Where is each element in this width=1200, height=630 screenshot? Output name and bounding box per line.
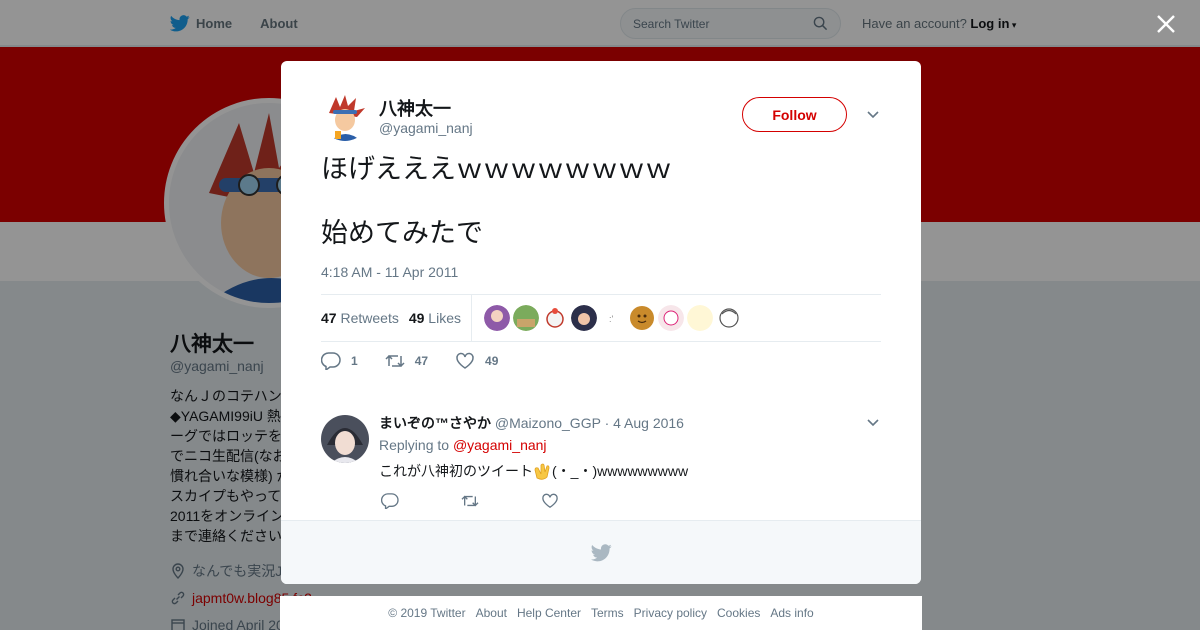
reply-text: これが八神初のツイート (・_・)wwwwwwwww bbox=[379, 461, 688, 481]
reply-count: 1 bbox=[351, 354, 358, 368]
tweet-timestamp[interactable]: 4:18 AM - 11 Apr 2011 bbox=[321, 264, 458, 280]
reply-retweet-action[interactable] bbox=[461, 493, 479, 509]
replying-to: Replying to @yagami_nanj bbox=[379, 437, 547, 453]
tweet-modal: 八神太一 @yagami_nanj Follow ほげえええｗｗｗｗｗｗｗｗ 始… bbox=[281, 61, 921, 584]
tweet-stats: 47 Retweets 49 Likes :' bbox=[321, 294, 881, 342]
replying-to-label: Replying to bbox=[379, 437, 450, 453]
footer-link-about[interactable]: About bbox=[476, 606, 507, 620]
reply-date[interactable]: 4 Aug 2016 bbox=[613, 415, 684, 431]
liker-avatar[interactable] bbox=[657, 305, 684, 331]
tweet-text-line: ほげえええｗｗｗｗｗｗｗｗ bbox=[321, 154, 672, 184]
clapping-hands-icon bbox=[534, 463, 550, 480]
heart-icon bbox=[542, 493, 558, 509]
likes-label: Likes bbox=[428, 310, 461, 326]
chevron-down-icon[interactable] bbox=[865, 417, 881, 429]
retweet-action[interactable]: 47 bbox=[385, 352, 428, 370]
reply-text-end: (・_・)wwwwwwwww bbox=[552, 463, 689, 479]
like-action[interactable]: 49 bbox=[455, 352, 498, 370]
liker-avatar[interactable] bbox=[570, 305, 597, 331]
footer-copyright: © 2019 Twitter bbox=[388, 606, 466, 620]
reply-actions bbox=[381, 493, 621, 509]
reply-action[interactable]: 1 bbox=[321, 352, 358, 370]
liker-avatar[interactable] bbox=[512, 305, 539, 331]
liker-avatar[interactable] bbox=[715, 305, 742, 331]
tweet-text-line: 始めてみたで bbox=[321, 218, 483, 248]
modal-footer bbox=[281, 520, 921, 584]
liker-avatars: :' bbox=[483, 305, 745, 331]
liker-avatar[interactable] bbox=[686, 305, 713, 331]
footer-link-privacy[interactable]: Privacy policy bbox=[634, 606, 707, 620]
retweet-icon bbox=[385, 354, 405, 368]
liker-avatar[interactable] bbox=[541, 305, 568, 331]
liker-avatar[interactable] bbox=[629, 305, 655, 331]
heart-icon bbox=[456, 352, 474, 369]
reply-avatar[interactable] bbox=[321, 415, 369, 463]
liker-avatar[interactable]: :' bbox=[599, 305, 626, 331]
like-count: 49 bbox=[485, 354, 499, 368]
footer-link-terms[interactable]: Terms bbox=[591, 606, 624, 620]
footer-link-help-center[interactable]: Help Center bbox=[517, 606, 581, 620]
page-footer: © 2019 Twitter About Help Center Terms P… bbox=[280, 596, 922, 630]
replying-to-handle[interactable]: @yagami_nanj bbox=[453, 437, 547, 453]
likes-stat[interactable]: 49 Likes bbox=[409, 310, 461, 326]
stats-divider bbox=[470, 295, 472, 341]
author-name[interactable]: 八神太一 bbox=[379, 95, 451, 121]
retweets-count: 47 bbox=[321, 310, 337, 326]
retweets-label: Retweets bbox=[340, 310, 399, 326]
twitter-bird-icon bbox=[590, 543, 612, 561]
liker-avatar[interactable] bbox=[483, 305, 510, 331]
tweet-actions: 1 47 49 bbox=[321, 352, 525, 370]
chevron-down-icon[interactable] bbox=[865, 109, 881, 121]
tweet-text: ほげえええｗｗｗｗｗｗｗｗ 始めてみたで bbox=[321, 153, 881, 281]
reply-author-name[interactable]: まいぞの™さやか bbox=[379, 415, 491, 431]
author-avatar[interactable] bbox=[321, 93, 369, 141]
close-icon[interactable] bbox=[1154, 12, 1178, 36]
reply-icon bbox=[381, 493, 399, 509]
retweets-stat[interactable]: 47 Retweets bbox=[321, 310, 399, 326]
reply-reply-action[interactable] bbox=[381, 493, 399, 509]
reply-author-handle[interactable]: @Maizono_GGP bbox=[495, 415, 601, 431]
reply-like-action[interactable] bbox=[541, 493, 559, 509]
svg-text::': :' bbox=[609, 314, 614, 324]
reply-separator: · bbox=[604, 415, 610, 431]
reply-text-start: これが八神初のツイート bbox=[379, 463, 533, 479]
reply-header: まいぞの™さやか @Maizono_GGP · 4 Aug 2016 bbox=[379, 413, 684, 433]
likes-count: 49 bbox=[408, 310, 425, 326]
reply-icon bbox=[321, 352, 341, 370]
retweet-icon bbox=[461, 495, 479, 507]
follow-button[interactable]: Follow bbox=[742, 97, 847, 132]
retweet-count: 47 bbox=[414, 354, 429, 368]
footer-link-cookies[interactable]: Cookies bbox=[717, 606, 760, 620]
footer-link-ads-info[interactable]: Ads info bbox=[770, 606, 813, 620]
author-handle[interactable]: @yagami_nanj bbox=[379, 120, 473, 136]
